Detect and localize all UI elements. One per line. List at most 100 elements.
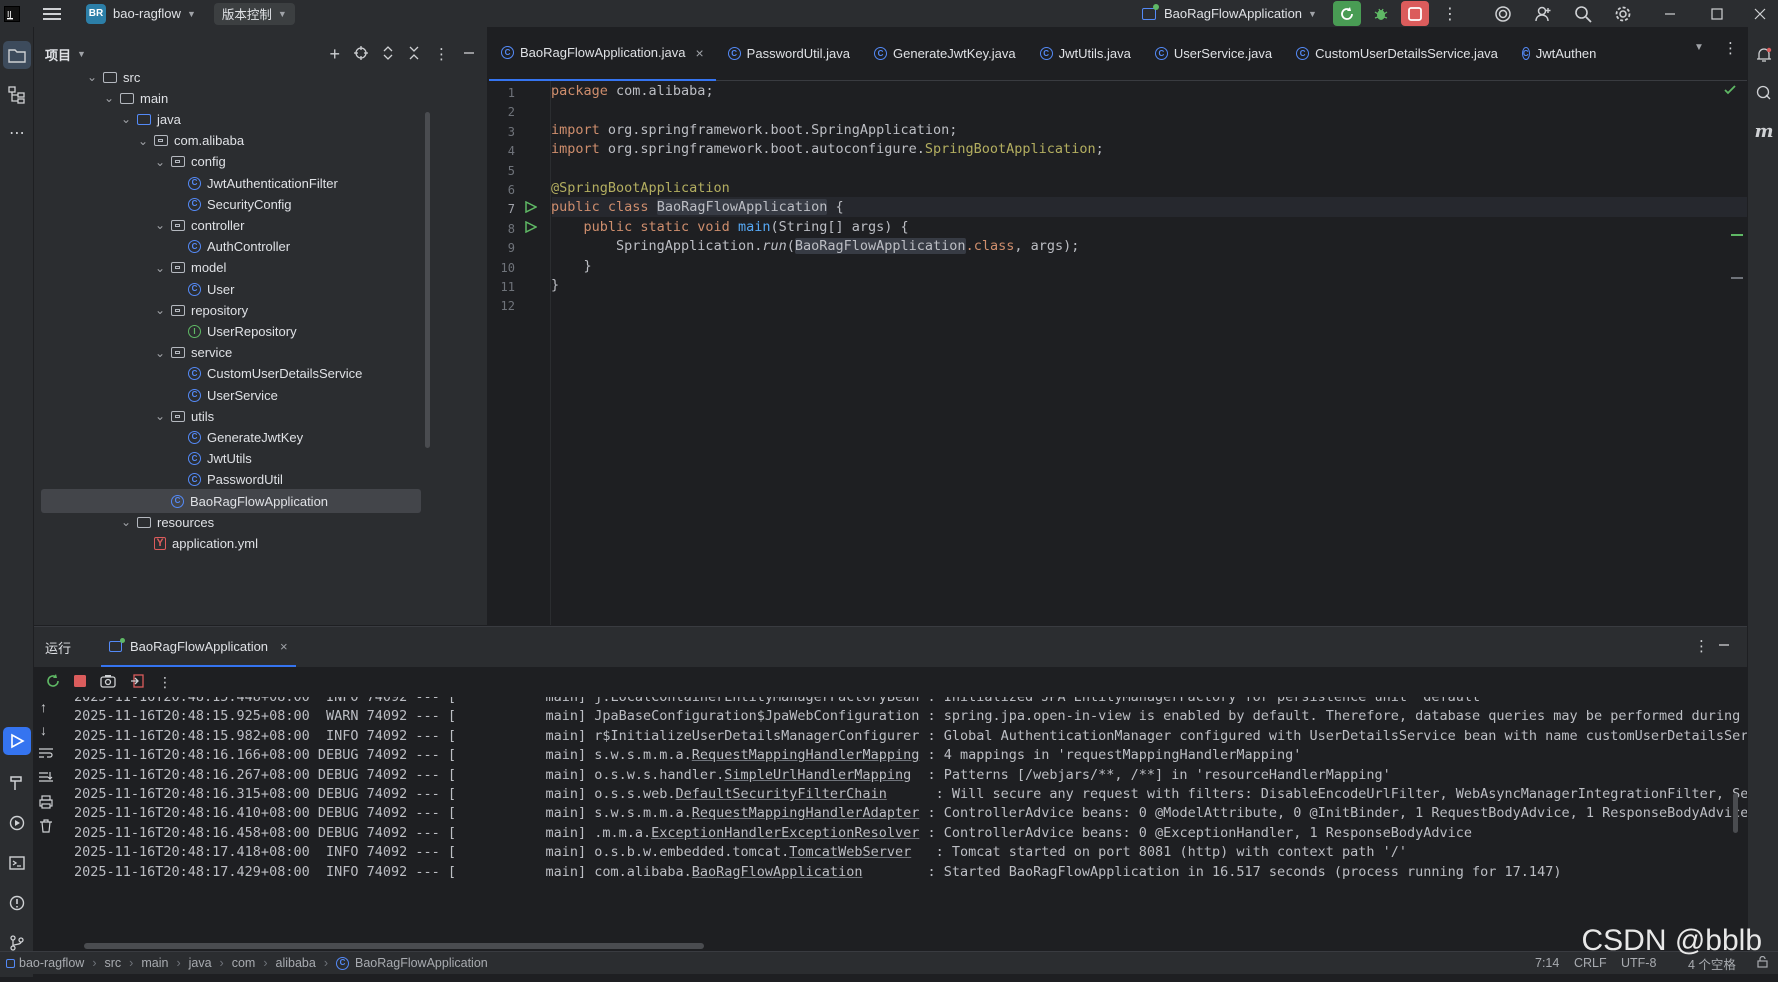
add-icon[interactable]: + (329, 44, 340, 65)
structure-tool-icon[interactable] (3, 81, 31, 109)
chevron-down-icon[interactable]: ⌄ (153, 346, 167, 360)
chevron-down-icon[interactable]: ⌄ (85, 70, 99, 84)
more-actions-icon[interactable]: ⋮ (1438, 0, 1462, 27)
maven-icon[interactable]: m (1750, 117, 1778, 145)
chevron-down-icon[interactable]: ⌄ (153, 218, 167, 232)
more-tools-icon[interactable]: ⋯ (3, 119, 31, 147)
print-icon[interactable] (39, 795, 53, 812)
chevron-down-icon[interactable]: ⌄ (153, 409, 167, 423)
chevron-down-icon[interactable]: ⌄ (153, 261, 167, 275)
main-menu-icon[interactable] (32, 0, 72, 27)
rerun-button[interactable] (1333, 1, 1361, 26)
close-window-icon[interactable] (1745, 0, 1775, 27)
no-problems-check-icon[interactable] (1723, 83, 1737, 100)
debug-bug-icon[interactable] (1368, 1, 1394, 26)
line-ending[interactable]: CRLF (1574, 956, 1607, 970)
soft-wrap-icon[interactable] (39, 747, 53, 762)
project-panel-title[interactable]: 项目 (45, 45, 71, 64)
breadcrumb-item[interactable]: com (232, 956, 256, 970)
run-panel-title[interactable]: 运行 (45, 638, 71, 657)
more-icon[interactable]: ⋮ (158, 674, 172, 691)
editor-tab[interactable]: C BaoRagFlowApplication.java × (489, 27, 716, 81)
console-vertical-scrollbar[interactable] (1733, 793, 1738, 833)
add-user-icon[interactable] (1530, 0, 1556, 27)
minimize-window-icon[interactable] (1655, 0, 1685, 27)
breadcrumb-item[interactable]: java (189, 956, 212, 970)
build-hammer-icon[interactable] (3, 769, 31, 797)
tree-item[interactable]: Yapplication.yml (34, 531, 424, 555)
editor-tab[interactable]: C CustomUserDetailsService.java (1284, 27, 1510, 81)
breadcrumb-item[interactable]: BaoRagFlowApplication (355, 956, 488, 970)
project-tool-icon[interactable] (3, 41, 31, 69)
camera-dump-icon[interactable] (100, 674, 116, 691)
run-gutter-icon[interactable] (525, 220, 538, 236)
editor-tab[interactable]: C JwtAuthen (1510, 27, 1604, 81)
settings-gear-icon[interactable] (1610, 0, 1636, 27)
tabs-overflow-chevron-icon[interactable]: ▼ (1694, 42, 1704, 53)
problems-icon[interactable] (3, 889, 31, 917)
editor-tab[interactable]: C UserService.java (1143, 27, 1284, 81)
java-class-icon: C (1154, 47, 1168, 60)
stop-button[interactable] (1401, 1, 1429, 26)
run-tab[interactable]: BaoRagFlowApplication × (101, 627, 296, 667)
exit-icon[interactable] (130, 673, 144, 691)
editor-tab[interactable]: C JwtUtils.java (1028, 27, 1143, 81)
breadcrumb-item[interactable]: alibaba (276, 956, 316, 970)
chevron-down-icon[interactable]: ⌄ (119, 112, 133, 126)
ai-chat-icon[interactable] (1750, 79, 1778, 107)
hide-run-panel-icon[interactable] (1718, 639, 1730, 654)
scroll-to-end-icon[interactable] (39, 771, 53, 788)
editor-tab[interactable]: C PasswordUtil.java (716, 27, 862, 81)
log-level: INFO (317, 727, 359, 744)
breadcrumb-item[interactable]: main (141, 956, 168, 970)
tree-scrollbar[interactable] (425, 112, 430, 448)
log-message: : Initialized JPA EntityManagerFactory f… (927, 697, 1489, 705)
collapse-all-icon[interactable] (408, 46, 420, 63)
scroll-up-icon[interactable]: ↑ (40, 699, 47, 715)
maximize-window-icon[interactable] (1702, 0, 1732, 27)
class-icon: C (336, 956, 350, 970)
expand-all-icon[interactable] (382, 45, 394, 63)
locate-target-icon[interactable] (354, 45, 368, 63)
vcs-menu[interactable]: 版本控制 ▼ (213, 2, 295, 25)
options-icon[interactable]: ⋮ (434, 45, 449, 63)
rerun-icon[interactable] (46, 673, 60, 691)
hide-panel-icon[interactable] (463, 47, 475, 62)
caret-position[interactable]: 7:14 (1535, 956, 1559, 970)
run-gutter-icon[interactable] (525, 201, 538, 216)
run-options-icon[interactable]: ⋮ (1694, 637, 1709, 655)
chevron-down-icon[interactable]: ⌄ (153, 155, 167, 169)
package-icon (171, 347, 185, 359)
notifications-bell-icon[interactable] (1750, 41, 1778, 69)
services-icon[interactable] (3, 809, 31, 837)
console-output[interactable]: 2025-11-16T20:48:15.448+08:00 INFO 74092… (74, 697, 1747, 932)
search-icon[interactable] (1570, 0, 1596, 27)
chevron-down-icon[interactable]: ⌄ (153, 303, 167, 317)
vcs-label: 版本控制 (221, 8, 272, 22)
chevron-down-icon[interactable]: ⌄ (119, 515, 133, 529)
line-number: 8 (507, 221, 515, 236)
run-tool-icon[interactable] (3, 727, 31, 755)
scroll-down-icon[interactable]: ↓ (40, 722, 47, 738)
breadcrumb-item[interactable]: bao-ragflow (19, 956, 84, 970)
clear-trash-icon[interactable] (39, 819, 53, 836)
run-config-selector[interactable]: BaoRagFlowApplication ▼ (1142, 0, 1317, 27)
breadcrumb-item[interactable]: src (105, 956, 122, 970)
chevron-down-icon[interactable]: ▼ (77, 49, 86, 59)
close-tab-icon[interactable]: × (280, 639, 288, 654)
log-logger: o.s.b.w.embedded.tomcat. (594, 844, 790, 861)
chevron-down-icon[interactable]: ⌄ (136, 134, 150, 148)
tree-item-label: UserRepository (207, 323, 297, 339)
ai-assistant-icon[interactable] (1490, 0, 1516, 27)
stop-icon[interactable] (74, 674, 86, 690)
editor-tab[interactable]: C GenerateJwtKey.java (862, 27, 1028, 81)
class-icon: C (188, 240, 201, 254)
project-switcher[interactable]: BR bao-ragflow ▼ (86, 0, 196, 27)
tabs-more-icon[interactable]: ⋮ (1723, 39, 1738, 57)
file-encoding[interactable]: UTF-8 (1621, 956, 1656, 970)
chevron-down-icon[interactable]: ⌄ (102, 91, 116, 105)
tree-item-label: resources (157, 514, 215, 530)
console-horizontal-scrollbar[interactable] (84, 943, 704, 949)
terminal-icon[interactable] (3, 849, 31, 877)
close-tab-icon[interactable]: × (695, 45, 703, 61)
